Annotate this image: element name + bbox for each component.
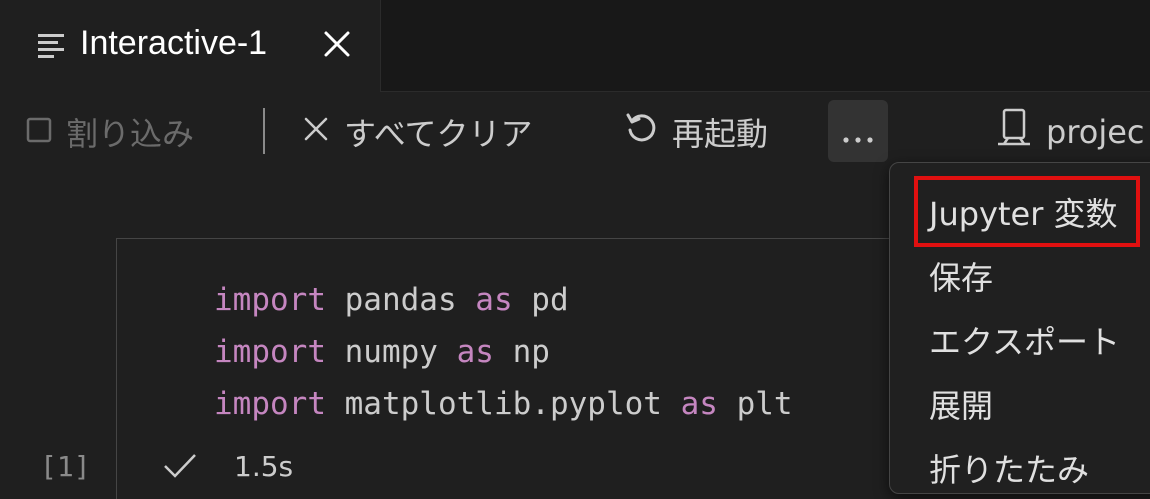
interrupt-label: 割り込み	[66, 115, 195, 153]
highlight-box	[914, 176, 1140, 247]
code-line: import numpy as np	[214, 326, 793, 378]
more-ellipsis-icon	[843, 128, 873, 147]
restart-icon	[624, 111, 658, 153]
menu-item-collapse[interactable]: 折りたたみ	[929, 445, 1089, 491]
kernel-label: projec	[1046, 113, 1145, 151]
list-icon	[38, 32, 66, 62]
execution-duration: 1.5s	[234, 450, 294, 483]
keyword: import	[214, 386, 326, 422]
kernel-picker[interactable]: projec	[996, 104, 1145, 160]
alias: plt	[717, 386, 793, 422]
clear-all-label: すべてクリア	[344, 115, 533, 153]
toolbar-separator	[263, 108, 265, 154]
code-line: import pandas as pd	[214, 274, 793, 326]
module-name: numpy	[325, 334, 457, 370]
check-icon	[162, 452, 198, 484]
toolbar: 割り込み すべてクリア 再起動 projec	[0, 92, 1150, 172]
tab-bar: Interactive-1	[0, 0, 1150, 92]
kernel-server-icon	[996, 108, 1032, 156]
restart-label: 再起動	[672, 115, 769, 153]
menu-item-expand[interactable]: 展開	[929, 381, 993, 427]
code-editor[interactable]: import pandas as pd import numpy as np imp…	[214, 274, 793, 430]
keyword: as	[475, 282, 513, 318]
menu-item-export[interactable]: エクスポート	[929, 317, 1120, 363]
interrupt-button[interactable]: 割り込み	[26, 104, 194, 160]
tab-title: Interactive-1	[80, 24, 268, 62]
keyword: import	[214, 334, 326, 370]
code-line: import matplotlib.pyplot as plt	[214, 378, 793, 430]
more-actions-button[interactable]	[828, 100, 888, 162]
keyword: import	[214, 282, 326, 318]
clear-x-icon	[302, 113, 330, 151]
clear-all-button[interactable]: すべてクリア	[302, 104, 532, 160]
module-name: pandas	[325, 282, 476, 318]
alias: pd	[512, 282, 569, 318]
alias: np	[493, 334, 550, 370]
execution-count: [1]	[40, 450, 91, 483]
keyword: as	[456, 334, 494, 370]
close-icon[interactable]	[322, 29, 352, 63]
menu-item-save[interactable]: 保存	[929, 253, 993, 299]
restart-button[interactable]: 再起動	[624, 104, 768, 160]
module-name: matplotlib.pyplot	[325, 386, 681, 422]
tab-interactive[interactable]: Interactive-1	[0, 0, 381, 92]
keyword: as	[680, 386, 718, 422]
stop-square-icon	[26, 113, 52, 151]
